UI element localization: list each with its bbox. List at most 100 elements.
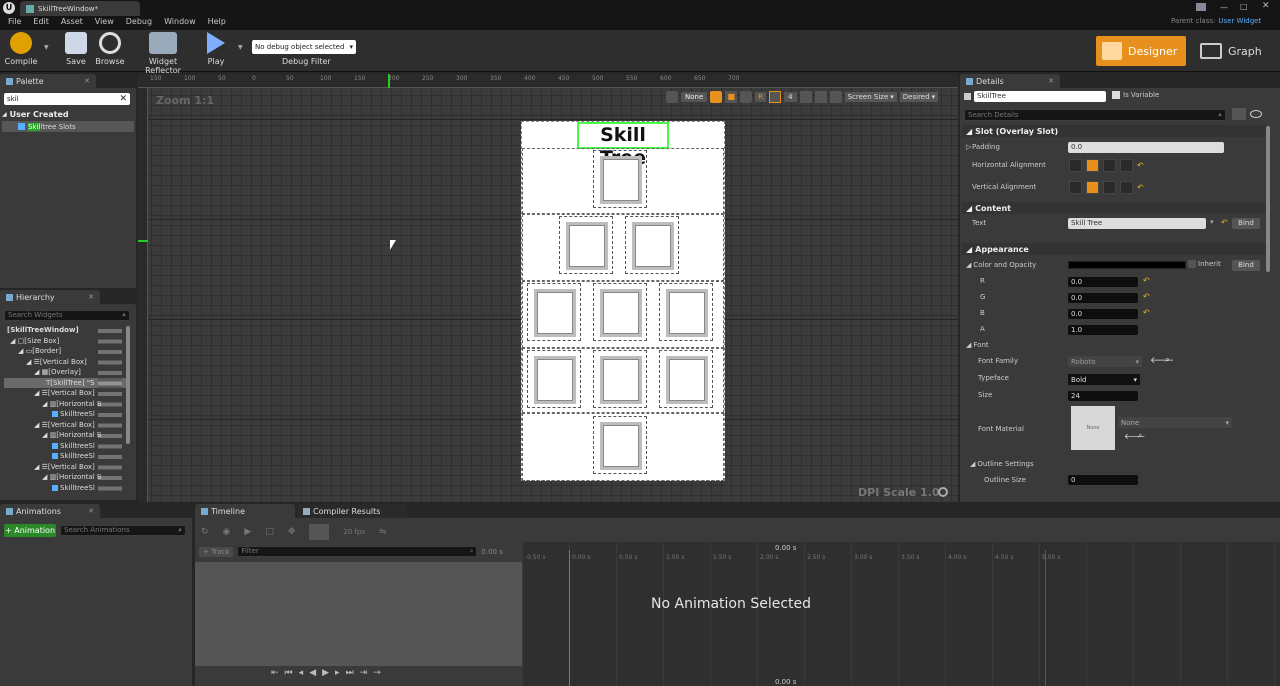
menu-edit[interactable]: Edit <box>33 17 49 26</box>
close-icon[interactable]: ✕ <box>88 293 94 301</box>
halign-left-button[interactable] <box>1069 159 1082 172</box>
reset-arrow-icon[interactable]: ↶ <box>1143 308 1150 317</box>
hierarchy-tab[interactable]: Hierarchy ✕ <box>0 290 100 304</box>
designer-mode-button[interactable]: Designer <box>1096 36 1186 66</box>
skill-slot[interactable] <box>593 416 647 474</box>
widget-select-icon[interactable] <box>666 91 678 103</box>
halign-right-button[interactable] <box>1103 159 1116 172</box>
add-animation-button[interactable]: + Animation <box>4 524 56 537</box>
palette-category-user-created[interactable]: ◢ User Created <box>2 109 134 119</box>
step-forward-icon[interactable]: ▸ <box>335 668 340 678</box>
skill-tree-title-selected[interactable]: Skill Tree <box>577 122 669 169</box>
snap-icon[interactable]: ⇋ <box>379 527 387 537</box>
skill-slot[interactable] <box>559 216 613 274</box>
play-button[interactable]: Play <box>202 32 230 66</box>
save-button[interactable]: Save <box>62 32 90 66</box>
eye-icon[interactable]: ◉ <box>223 527 231 537</box>
halign-fill-button[interactable] <box>1120 159 1133 172</box>
outline-size-input[interactable]: 0 <box>1068 475 1138 485</box>
typeface-select[interactable]: Bold ▾ <box>1068 374 1140 385</box>
fill-mode-dropdown[interactable]: Desired ▾ <box>899 92 939 102</box>
color-g-input[interactable]: 0.0 <box>1068 293 1138 303</box>
is-variable-checkbox[interactable]: Is Variable <box>1112 91 1159 99</box>
prev-key-icon[interactable]: ⏮ <box>285 668 293 678</box>
menu-help[interactable]: Help <box>208 17 226 26</box>
maximize-button[interactable]: □ <box>1240 2 1248 11</box>
font-material-thumbnail[interactable]: None <box>1071 406 1115 450</box>
play-options-dropdown[interactable]: ▼ <box>238 44 243 51</box>
valign-top-button[interactable] <box>1069 181 1082 194</box>
valign-bottom-button[interactable] <box>1103 181 1116 194</box>
inherit-checkbox[interactable]: Inherit <box>1188 260 1221 268</box>
color-a-input[interactable]: 1.0 <box>1068 325 1138 335</box>
browse-search-icon[interactable]: ⌕ <box>1138 431 1142 441</box>
dpi-settings-gear-icon[interactable] <box>938 487 948 497</box>
skill-slot[interactable] <box>593 350 647 408</box>
to-end-icon[interactable]: ⇥ <box>360 668 368 678</box>
menu-debug[interactable]: Debug <box>126 17 152 26</box>
box-icon[interactable] <box>740 91 753 103</box>
property-matrix-icon[interactable] <box>1232 108 1246 120</box>
menu-window[interactable]: Window <box>164 17 196 26</box>
compiler-results-tab[interactable]: Compiler Results <box>297 504 407 518</box>
color-b-input[interactable]: 0.0 <box>1068 309 1138 319</box>
playhead[interactable] <box>569 550 570 686</box>
details-search-input[interactable]: Search Details ⌕ <box>964 109 1226 121</box>
document-tab[interactable]: SkillTreeWindow* <box>20 1 140 16</box>
r-button[interactable]: R <box>755 92 767 102</box>
content-section-header[interactable]: ◢ Content <box>962 202 1266 214</box>
debug-object-select[interactable]: No debug object selected ▾ <box>252 40 356 54</box>
menu-view[interactable]: View <box>95 17 114 26</box>
screen-size-dropdown[interactable]: Screen Size ▾ <box>844 92 897 102</box>
compile-options-dropdown[interactable]: ▼ <box>44 44 49 51</box>
reset-arrow-icon[interactable]: ↶ <box>1143 292 1150 301</box>
play-icon[interactable]: ▶ <box>244 527 251 537</box>
font-material-select[interactable]: None ▾ <box>1118 417 1232 428</box>
hierarchy-scrollbar[interactable] <box>126 326 130 444</box>
view-options-eye-icon[interactable] <box>1250 110 1262 118</box>
palette-search-input[interactable]: skil ✕ <box>4 93 130 105</box>
play-forward-icon[interactable]: ▶ <box>322 668 329 678</box>
color-bind-button[interactable]: Bind <box>1232 260 1260 271</box>
minimize-button[interactable]: — <box>1220 3 1228 12</box>
text-value-input[interactable]: Skill Tree <box>1068 218 1206 229</box>
use-selected-arrow-icon[interactable]: 🡐 <box>1150 355 1174 366</box>
close-button[interactable]: ✕ <box>1262 1 1270 11</box>
animations-search-input[interactable]: Search Animations ⌕ <box>60 525 186 536</box>
widget-name-input[interactable]: SkillTree <box>974 91 1106 102</box>
skill-slot[interactable] <box>527 283 581 341</box>
graph-mode-button[interactable]: Graph <box>1194 36 1272 66</box>
orange-toggle-icon[interactable] <box>710 91 723 103</box>
step-back-icon[interactable]: ◂ <box>299 668 304 678</box>
widget-reflector-button[interactable]: Widget Reflector <box>132 32 194 75</box>
close-icon[interactable]: ✕ <box>88 507 94 515</box>
valign-center-button[interactable] <box>1086 181 1099 194</box>
parent-class-link[interactable]: User Widget <box>1218 17 1261 25</box>
details-tab[interactable]: Details ✕ <box>960 74 1060 88</box>
color-r-input[interactable]: 0.0 <box>1068 277 1138 287</box>
respect-locks-icon[interactable] <box>799 91 812 103</box>
fps-select[interactable]: 20 fps <box>343 528 365 536</box>
reset-arrow-icon[interactable]: ↶ <box>1143 276 1150 285</box>
reset-arrow-icon[interactable]: ↶ <box>1137 161 1144 170</box>
record-icon[interactable] <box>309 524 330 540</box>
timeline-tab[interactable]: Timeline <box>195 504 295 518</box>
play-reverse-icon[interactable]: ◀ <box>309 668 316 678</box>
clear-search-icon[interactable]: ✕ <box>119 94 127 104</box>
grid-size-value[interactable]: 4 <box>784 92 797 102</box>
browse-button[interactable]: Browse <box>94 32 126 66</box>
sequencer-area[interactable] <box>522 542 1280 686</box>
reset-arrow-icon[interactable]: ↶ <box>1137 183 1144 192</box>
font-family-select[interactable]: Roboto ▾ <box>1068 356 1142 367</box>
next-key-icon[interactable]: ⏭ <box>346 668 354 678</box>
lock-icon[interactable]: ■ <box>725 91 738 103</box>
browse-search-icon[interactable]: ⌕ <box>1165 355 1170 365</box>
palette-item-skilltree-slots[interactable]: Skil ltree Slots <box>2 121 134 132</box>
palette-tab[interactable]: Palette ✕ <box>0 74 96 88</box>
text-options-dropdown[interactable]: ▾ <box>1210 218 1214 226</box>
skill-slot[interactable] <box>593 283 647 341</box>
compile-button[interactable]: Compile <box>4 32 38 66</box>
text-bind-button[interactable]: Bind <box>1232 218 1260 229</box>
grid-snap-icon[interactable] <box>769 91 782 103</box>
animations-tab[interactable]: Animations ✕ <box>0 504 100 518</box>
